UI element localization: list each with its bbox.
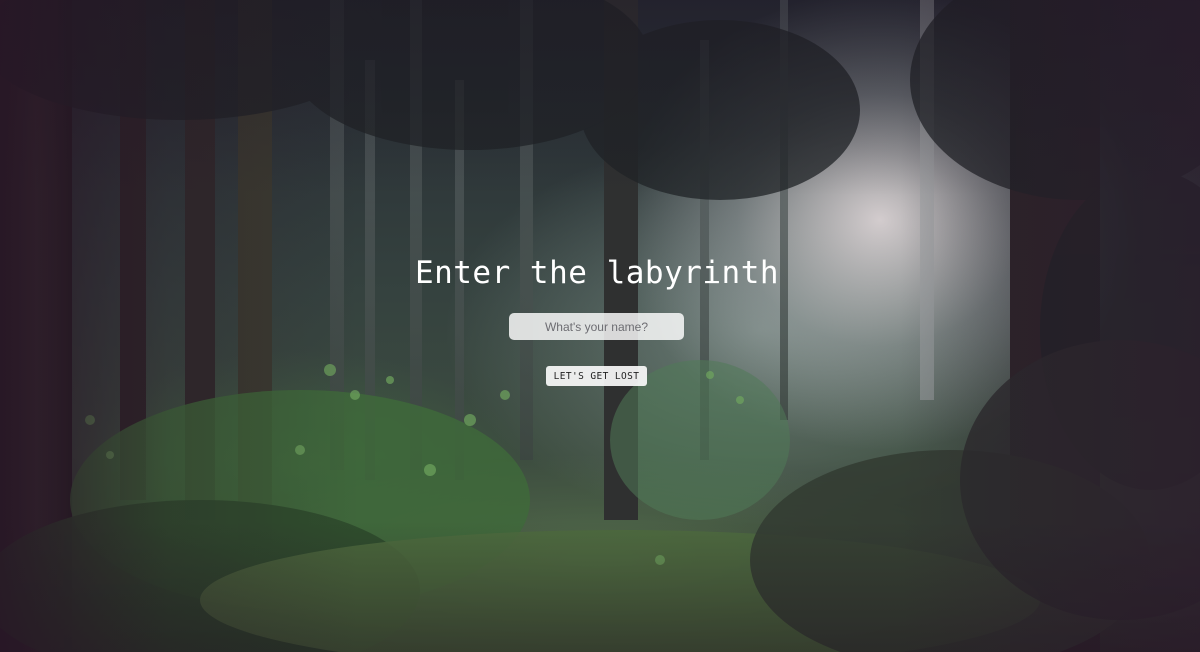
forest-background: Enter the labyrinth LET'S GET LOST [0,0,1200,652]
name-input[interactable] [509,313,684,340]
page-title: Enter the labyrinth [414,255,780,291]
lets-get-lost-button[interactable]: LET'S GET LOST [546,366,647,386]
entry-form: Enter the labyrinth LET'S GET LOST [0,0,1200,652]
